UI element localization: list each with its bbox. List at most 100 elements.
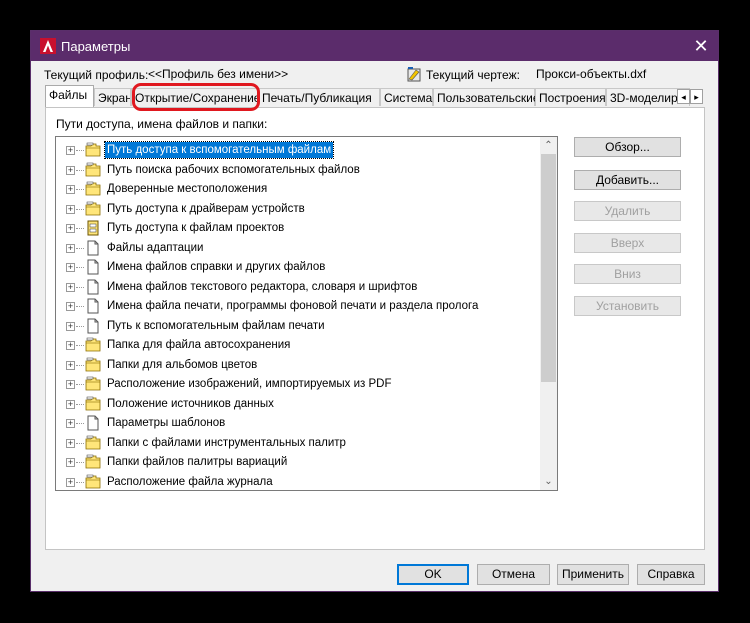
expand-icon[interactable]: +	[66, 185, 75, 194]
tree-item-label[interactable]: Имена файлов справки и других файлов	[105, 259, 327, 275]
tree-row[interactable]: + Путь доступа к вспомогательным файлам	[56, 141, 536, 160]
tree-item-label[interactable]: Папки с файлами инструментальных палитр	[105, 435, 348, 451]
tree-row[interactable]: + Имена файлов текстового редактора, слов…	[56, 278, 536, 297]
tree-item-label[interactable]: Имена файла печати, программы фоновой пе…	[105, 298, 480, 314]
tree-item-label[interactable]: Расположение файла журнала	[105, 474, 275, 490]
profile-label: Текущий профиль:	[44, 68, 149, 82]
cancel-button[interactable]: Отмена	[477, 564, 550, 585]
tree-row[interactable]: + Положение источников данных	[56, 395, 536, 414]
tree-row[interactable]: + Расположение изображений, импортируемых…	[56, 375, 536, 394]
expand-icon[interactable]: +	[66, 360, 75, 370]
ok-button[interactable]: OK	[397, 564, 469, 585]
document-icon	[85, 415, 101, 431]
tree-item-label[interactable]: Путь доступа к драйверам устройств	[105, 201, 307, 217]
expand-icon[interactable]: +	[66, 263, 75, 272]
tab-display[interactable]: Экран	[94, 88, 131, 106]
expand-icon[interactable]: +	[66, 224, 75, 233]
autocad-logo-icon	[40, 38, 56, 54]
tree-item-label[interactable]: Доверенные местоположения	[105, 181, 269, 197]
tree-row[interactable]: + Расположение файла журнала	[56, 473, 536, 491]
expand-icon[interactable]: +	[66, 341, 75, 350]
add-button[interactable]: Добавить...	[574, 170, 681, 190]
expand-icon[interactable]: +	[66, 204, 75, 214]
expand-icon[interactable]: +	[66, 146, 75, 155]
tree-row[interactable]: + Путь поиска рабочих вспомогательных фай…	[56, 161, 536, 180]
expand-icon[interactable]: +	[66, 243, 75, 253]
expand-icon[interactable]: +	[66, 438, 75, 448]
tree-item-label[interactable]: Параметры шаблонов	[105, 415, 227, 431]
move-down-button[interactable]: Вниз	[574, 264, 681, 284]
expand-icon[interactable]: +	[66, 165, 75, 175]
set-current-button[interactable]: Установить	[574, 296, 681, 316]
tree-connector	[76, 364, 84, 366]
tree-row[interactable]: + Параметры шаблонов	[56, 414, 536, 433]
tree-item-label[interactable]: Путь доступа к файлам проектов	[105, 220, 286, 236]
expand-icon[interactable]: +	[66, 399, 75, 409]
tree-row[interactable]: + Имена файла печати, программы фоновой п…	[56, 297, 536, 316]
search-paths-tree[interactable]: ⌃ ⌄ + Путь доступа к вспомогательным файл…	[55, 136, 558, 491]
tree-row[interactable]: + Папки с файлами инструментальных палитр	[56, 434, 536, 453]
title-bar[interactable]: Параметры ✕	[31, 31, 718, 61]
tree-row[interactable]: + Папка для файла автосохранения	[56, 336, 536, 355]
expand-icon[interactable]: +	[66, 380, 75, 389]
tree-row[interactable]: + Имена файлов справки и других файлов	[56, 258, 536, 277]
tree-item-label[interactable]: Путь доступа к вспомогательным файлам	[103, 141, 335, 159]
tab-user-preferences[interactable]: Пользовательские	[433, 88, 540, 106]
tree-item-label[interactable]: Файлы адаптации	[105, 240, 205, 256]
tab-plot-publish[interactable]: Печать/Публикация	[258, 88, 380, 106]
expand-icon[interactable]: +	[66, 458, 75, 467]
folder-icon	[85, 162, 101, 178]
expand-icon[interactable]: +	[66, 477, 75, 487]
tree-item-label[interactable]: Папки для альбомов цветов	[105, 357, 259, 373]
tab-drafting[interactable]: Построения	[535, 88, 606, 106]
tree-item-label[interactable]: Путь поиска рабочих вспомогательных файл…	[105, 162, 362, 178]
tab-system[interactable]: Система	[380, 88, 433, 106]
tree-connector	[76, 208, 84, 210]
tree-item-label[interactable]: Папка для файла автосохранения	[105, 337, 292, 353]
remove-button[interactable]: Удалить	[574, 201, 681, 221]
project-folder-icon	[85, 220, 101, 236]
drawing-label: Текущий чертеж:	[426, 68, 520, 82]
tab-scroll-right-icon[interactable]: ▸	[690, 89, 703, 104]
tree-row[interactable]: + Папки для альбомов цветов	[56, 356, 536, 375]
expand-icon[interactable]: +	[66, 302, 75, 311]
tree-row[interactable]: + Папки файлов палитры вариаций	[56, 453, 536, 472]
tree-connector	[76, 247, 84, 249]
tree-item-label[interactable]: Расположение изображений, импортируемых …	[105, 376, 393, 392]
window-title: Параметры	[61, 39, 131, 54]
scroll-down-icon[interactable]: ⌄	[540, 473, 557, 490]
move-up-button[interactable]: Вверх	[574, 233, 681, 253]
browse-button[interactable]: Обзор...	[574, 137, 681, 157]
tree-connector	[76, 286, 84, 288]
tree-item-label[interactable]: Путь к вспомогательным файлам печати	[105, 318, 327, 334]
expand-icon[interactable]: +	[66, 419, 75, 428]
expand-icon[interactable]: +	[66, 282, 75, 292]
tree-row[interactable]: + Файлы адаптации	[56, 239, 536, 258]
tab-scroll-left-icon[interactable]: ◂	[677, 89, 690, 104]
tree-item-label[interactable]: Папки файлов палитры вариаций	[105, 454, 289, 470]
document-icon	[85, 318, 101, 334]
tree-connector	[76, 462, 84, 463]
tree-connector	[76, 169, 84, 171]
tree-connector	[76, 442, 84, 444]
scroll-up-icon[interactable]: ⌃	[540, 137, 557, 154]
apply-button[interactable]: Применить	[557, 564, 629, 585]
tree-connector	[76, 423, 84, 424]
tree-row[interactable]: + Путь к вспомогательным файлам печати	[56, 317, 536, 336]
scroll-thumb[interactable]	[541, 154, 556, 382]
tree-row[interactable]: + Путь доступа к файлам проектов	[56, 219, 536, 238]
folder-icon	[85, 396, 101, 412]
tree-connector	[76, 306, 84, 307]
tab-files[interactable]: Файлы	[45, 85, 94, 107]
tree-scrollbar[interactable]: ⌃ ⌄	[540, 137, 557, 490]
tree-item-label[interactable]: Имена файлов текстового редактора, слова…	[105, 279, 419, 295]
folder-icon	[85, 181, 101, 197]
tree-row[interactable]: + Путь доступа к драйверам устройств	[56, 200, 536, 219]
expand-icon[interactable]: +	[66, 321, 75, 331]
close-button[interactable]: ✕	[684, 31, 718, 61]
profile-value: <<Профиль без имени>>	[148, 67, 289, 81]
tree-item-label[interactable]: Положение источников данных	[105, 396, 276, 412]
tree-row[interactable]: + Доверенные местоположения	[56, 180, 536, 199]
folder-icon	[85, 376, 101, 392]
help-button[interactable]: Справка	[637, 564, 705, 585]
